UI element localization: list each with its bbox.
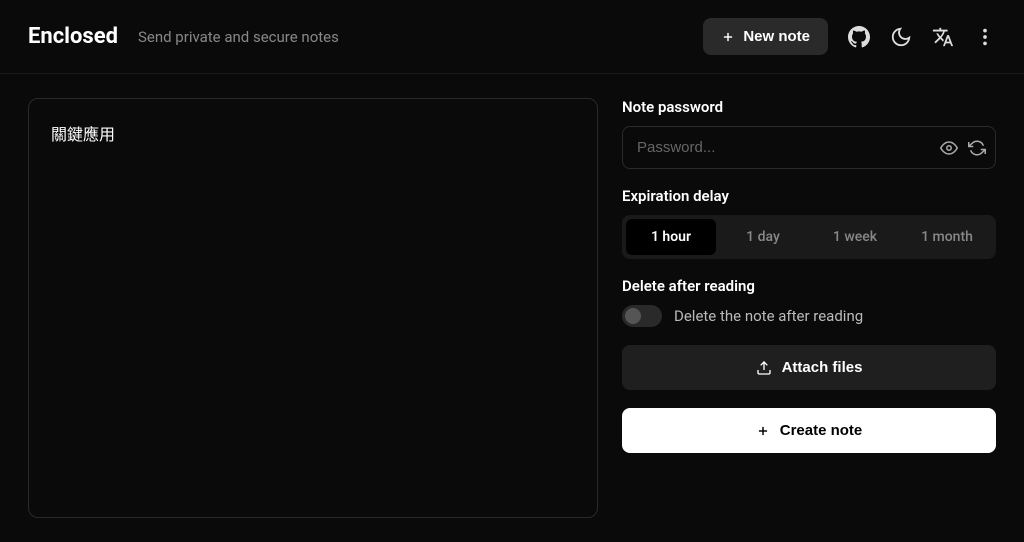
eye-icon[interactable]: [940, 139, 958, 157]
create-note-label: Create note: [780, 422, 863, 439]
tagline: Send private and secure notes: [138, 28, 339, 46]
header: Enclosed Send private and secure notes N…: [0, 0, 1024, 74]
note-editor[interactable]: 關鍵應用: [28, 98, 598, 518]
delete-after-reading-label: Delete after reading: [622, 277, 996, 295]
new-note-button[interactable]: New note: [703, 18, 828, 55]
github-icon[interactable]: [848, 26, 870, 48]
toggle-knob: [625, 308, 641, 324]
upload-icon: [756, 360, 772, 376]
password-input-wrapper: [622, 126, 996, 169]
password-section: Note password: [622, 98, 996, 169]
toggle-label: Delete the note after reading: [674, 307, 863, 325]
password-icons: [940, 139, 986, 157]
create-note-button[interactable]: Create note: [622, 408, 996, 453]
moon-icon[interactable]: [890, 26, 912, 48]
attach-files-button[interactable]: Attach files: [622, 345, 996, 390]
more-icon[interactable]: [974, 26, 996, 48]
main: 關鍵應用 Note password Expiration delay 1 h: [0, 74, 1024, 542]
plus-icon: [756, 424, 770, 438]
attach-files-label: Attach files: [782, 359, 863, 376]
expiration-label: Expiration delay: [622, 187, 996, 205]
new-note-label: New note: [743, 28, 810, 45]
password-label: Note password: [622, 98, 996, 116]
expiration-section: Expiration delay 1 hour 1 day 1 week 1 m…: [622, 187, 996, 259]
sidebar: Note password Expiration delay 1 hour 1 …: [622, 98, 996, 518]
delete-after-reading-toggle[interactable]: [622, 305, 662, 327]
expiration-tabs: 1 hour 1 day 1 week 1 month: [622, 215, 996, 259]
app-logo[interactable]: Enclosed: [28, 24, 118, 49]
toggle-row: Delete the note after reading: [622, 305, 996, 327]
language-icon[interactable]: [932, 26, 954, 48]
expiration-tab-1day[interactable]: 1 day: [718, 219, 808, 255]
refresh-icon[interactable]: [968, 139, 986, 157]
header-left: Enclosed Send private and secure notes: [28, 24, 339, 49]
header-right: New note: [703, 18, 996, 55]
plus-icon: [721, 30, 735, 44]
expiration-tab-1month[interactable]: 1 month: [902, 219, 992, 255]
expiration-tab-1week[interactable]: 1 week: [810, 219, 900, 255]
editor-content: 關鍵應用: [51, 121, 575, 145]
delete-after-reading-section: Delete after reading Delete the note aft…: [622, 277, 996, 327]
expiration-tab-1hour[interactable]: 1 hour: [626, 219, 716, 255]
